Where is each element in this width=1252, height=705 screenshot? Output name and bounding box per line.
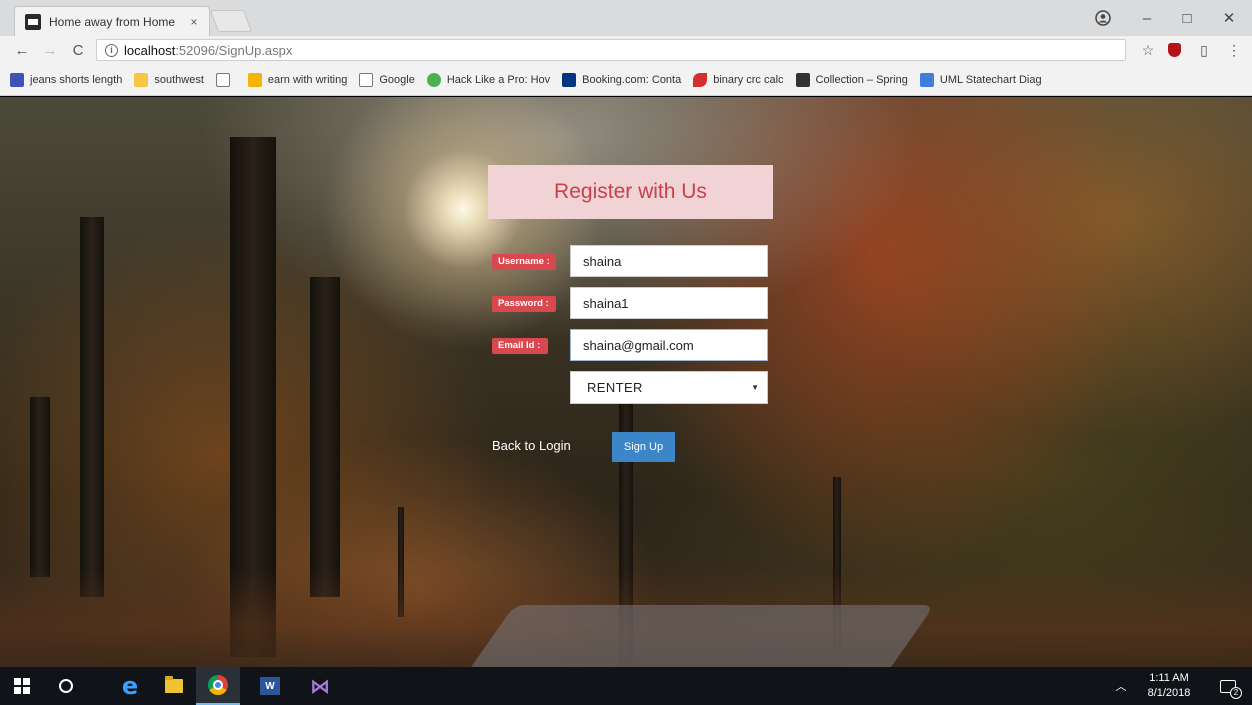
notification-icon: 2 (1220, 679, 1242, 699)
windows-logo-icon (14, 678, 30, 694)
ublock-extension-icon[interactable] (1162, 37, 1186, 63)
browser-toolbar: ← → C i localhost :52096/SignUp.aspx (0, 36, 1252, 64)
park-path (465, 605, 935, 667)
tree-trunk (310, 277, 340, 597)
bookmark-item[interactable] (215, 72, 236, 87)
reload-icon[interactable]: C (64, 36, 92, 64)
bookmark-item[interactable]: Hack Like a Pro: Hov (426, 72, 550, 87)
username-label: Username : (492, 254, 556, 270)
url-path: :52096/SignUp.aspx (175, 42, 293, 58)
collection-icon (795, 72, 810, 87)
uml-icon (919, 72, 934, 87)
file-explorer-taskbar-button[interactable] (152, 667, 196, 705)
bookmark-item[interactable]: jeans shorts length (10, 72, 122, 87)
cortana-button[interactable] (44, 667, 88, 705)
shield-icon (426, 72, 441, 87)
close-window-button[interactable]: ✕ (1206, 0, 1252, 36)
browser-tab-bar: Home away from Home × – □ ✕ (0, 0, 1252, 36)
email-label: Email Id : (492, 338, 548, 354)
bookmark-star-icon[interactable]: ☆ (1136, 37, 1160, 63)
browser-menu-icon[interactable]: ⋮ (1222, 37, 1246, 63)
show-hidden-icons-button[interactable]: ︿ (1110, 667, 1132, 705)
edge-taskbar-button[interactable]: e (108, 667, 152, 705)
cortana-icon (59, 679, 73, 693)
new-tab-button[interactable] (209, 10, 253, 32)
url-host: localhost (124, 42, 176, 58)
edge-icon: e (121, 672, 139, 700)
visual-studio-taskbar-button[interactable]: ⋈ (298, 667, 342, 705)
notification-count: 2 (1230, 686, 1242, 699)
back-to-login-link[interactable]: Back to Login (492, 438, 571, 453)
sign-up-button[interactable]: Sign Up (612, 432, 675, 462)
bookmark-item[interactable]: Booking.com: Conta (562, 72, 681, 87)
username-input[interactable] (570, 245, 768, 277)
tree-trunk (80, 217, 104, 597)
booking-icon (562, 72, 577, 87)
bookmark-item[interactable]: Google (359, 72, 415, 87)
bookmark-item[interactable]: southwest (134, 72, 204, 87)
extension-icon[interactable]: ▯ (1192, 37, 1216, 63)
role-select[interactable]: RENTER ▼ (570, 371, 768, 404)
bookmark-item[interactable]: binary crc calc (693, 72, 784, 87)
system-clock[interactable]: 1:11 AM 8/1/2018 (1138, 671, 1200, 701)
folder-icon (134, 72, 149, 87)
email-input[interactable] (570, 329, 768, 361)
windows-taskbar: e W ⋈ ︿ 1:11 AM 8/1/2018 2 (0, 667, 1252, 705)
tab-title: Home away from Home (49, 14, 176, 29)
bookmark-item[interactable]: UML Statechart Diag (919, 72, 1042, 87)
page-background: Register with Us Username : Password : E… (0, 97, 1252, 667)
forward-arrow-icon[interactable]: → (36, 36, 64, 64)
password-label: Password : (492, 296, 556, 312)
start-button[interactable] (0, 667, 44, 705)
chrome-taskbar-button[interactable] (196, 667, 240, 705)
page-icon (359, 72, 374, 87)
back-arrow-icon[interactable]: ← (8, 36, 36, 64)
dropdown-arrow-icon: ▼ (751, 383, 759, 392)
site-info-icon[interactable]: i (105, 43, 118, 57)
visual-studio-icon: ⋈ (310, 674, 330, 698)
page-favicon-icon (25, 13, 41, 30)
page-title: Register with Us (554, 180, 707, 203)
role-selected-value: RENTER (587, 380, 643, 395)
tree-trunk (30, 397, 50, 577)
action-center-button[interactable]: 2 (1208, 667, 1248, 705)
browser-tab[interactable]: Home away from Home × (14, 6, 210, 36)
register-header: Register with Us (488, 165, 773, 219)
word-icon: W (260, 677, 280, 695)
flag-icon (10, 72, 24, 87)
restore-button[interactable]: □ (1164, 0, 1210, 36)
profile-icon[interactable] (1080, 0, 1126, 36)
address-bar[interactable]: i localhost :52096/SignUp.aspx (96, 39, 1126, 61)
clock-date: 8/1/2018 (1147, 687, 1191, 699)
bookmarks-bar: jeans shorts length southwest earn with … (0, 64, 1252, 96)
clock-time: 1:11 AM (1149, 672, 1189, 684)
tab-close-icon[interactable]: × (187, 15, 201, 29)
password-input[interactable] (570, 287, 768, 319)
word-taskbar-button[interactable]: W (248, 667, 292, 705)
chrome-icon (208, 675, 228, 695)
bookmark-item[interactable]: earn with writing (247, 72, 347, 87)
note-icon (247, 72, 262, 87)
bookmark-item[interactable]: Collection – Spring (795, 72, 908, 87)
folder-icon (165, 676, 183, 693)
binary-icon (693, 72, 708, 87)
page-icon (215, 72, 230, 87)
